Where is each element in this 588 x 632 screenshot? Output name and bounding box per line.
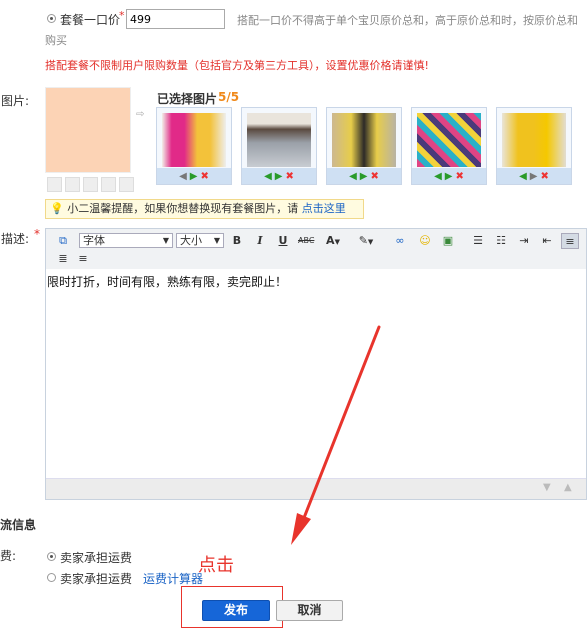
cancel-button[interactable]: 取消 [276,600,343,621]
annotation-arrow [291,325,381,545]
publish-button[interactable]: 发布 [202,600,270,621]
annotation-text: 点击 [198,555,234,576]
